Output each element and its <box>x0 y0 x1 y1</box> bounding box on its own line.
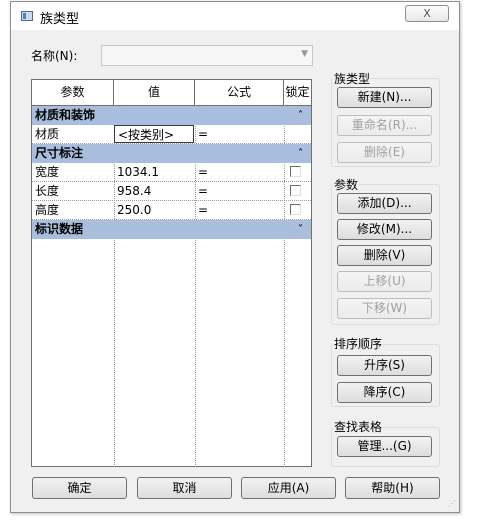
lock-checkbox[interactable] <box>290 185 301 196</box>
lock-cell <box>284 163 311 181</box>
lock-checkbox[interactable] <box>290 166 301 177</box>
lock-checkbox[interactable] <box>290 204 301 215</box>
double-chevron-up-icon[interactable]: ˄ <box>298 106 303 125</box>
move-up-button[interactable]: 上移(U) <box>337 271 432 292</box>
group-title: 标识数据 <box>35 222 84 236</box>
param-name: 宽度 <box>35 165 60 179</box>
family-types-title: 族类型 <box>333 70 372 87</box>
rename-type-button[interactable]: 重命名(R)... <box>337 115 432 136</box>
family-types-dialog: 族类型 X 名称(N): ▼ 参数 值 公式 锁定 材质和装饰 ˄ 材质 <按类… <box>10 1 460 513</box>
header-value[interactable]: 值 <box>114 80 195 105</box>
lock-cell <box>284 182 311 200</box>
param-row-length[interactable]: 长度 958.4 = <box>32 182 311 201</box>
value-cell[interactable]: 250.0 <box>114 201 195 219</box>
double-chevron-up-icon[interactable]: ˄ <box>298 144 303 163</box>
header-param[interactable]: 参数 <box>32 80 114 105</box>
move-down-button[interactable]: 下移(W) <box>337 298 432 319</box>
parameter-grid[interactable]: 参数 值 公式 锁定 材质和装饰 ˄ 材质 <按类别> = 尺寸标注 ˄ 宽度 … <box>31 79 312 467</box>
lock-cell <box>284 201 311 219</box>
formula-cell[interactable]: = <box>195 125 284 143</box>
param-row-material[interactable]: 材质 <按类别> = <box>32 125 311 144</box>
param-row-height[interactable]: 高度 250.0 = <box>32 201 311 220</box>
parameters-title: 参数 <box>333 176 360 193</box>
param-name: 高度 <box>35 203 60 217</box>
apply-button[interactable]: 应用(A) <box>241 477 336 499</box>
material-value-field[interactable]: <按类别> <box>114 125 194 143</box>
sort-descending-button[interactable]: 降序(C) <box>337 382 432 403</box>
group-title: 尺寸标注 <box>35 146 84 160</box>
ok-button[interactable]: 确定 <box>32 477 127 499</box>
modify-parameter-button[interactable]: 修改(M)... <box>337 219 432 240</box>
group-title: 材质和装饰 <box>35 108 96 122</box>
sort-ascending-button[interactable]: 升序(S) <box>337 355 432 376</box>
help-button[interactable]: 帮助(H) <box>345 477 440 499</box>
param-name: 材质 <box>35 127 60 141</box>
window-icon <box>21 11 33 21</box>
group-materials[interactable]: 材质和装饰 ˄ <box>32 106 311 125</box>
close-icon: X <box>423 7 431 20</box>
group-dimensions[interactable]: 尺寸标注 ˄ <box>32 144 311 163</box>
add-parameter-button[interactable]: 添加(D)... <box>337 193 432 214</box>
formula-cell[interactable]: = <box>195 182 284 200</box>
name-combobox[interactable]: ▼ <box>101 45 313 66</box>
double-chevron-down-icon[interactable]: ˅ <box>298 220 303 239</box>
group-identity-data[interactable]: 标识数据 ˅ <box>32 220 311 239</box>
value-cell[interactable]: 1034.1 <box>114 163 195 181</box>
formula-cell[interactable]: = <box>195 201 284 219</box>
delete-type-button[interactable]: 删除(E) <box>337 142 432 163</box>
dialog-body: 名称(N): ▼ 参数 值 公式 锁定 材质和装饰 ˄ 材质 <按类别> = 尺… <box>11 30 459 512</box>
formula-cell[interactable]: = <box>195 163 284 181</box>
window-title: 族类型 <box>40 12 80 27</box>
grid-header: 参数 值 公式 锁定 <box>32 80 311 106</box>
param-row-width[interactable]: 宽度 1034.1 = <box>32 163 311 182</box>
name-label: 名称(N): <box>31 49 78 63</box>
param-name: 长度 <box>35 184 60 198</box>
value-cell[interactable]: 958.4 <box>114 182 195 200</box>
cancel-button[interactable]: 取消 <box>137 477 232 499</box>
new-type-button[interactable]: 新建(N)... <box>337 87 432 108</box>
lookup-tables-title: 查找表格 <box>333 418 384 435</box>
header-lock[interactable]: 锁定 <box>284 80 311 105</box>
close-button[interactable]: X <box>405 5 449 22</box>
chevron-down-icon: ▼ <box>301 49 308 59</box>
delete-parameter-button[interactable]: 删除(V) <box>337 245 432 266</box>
header-formula[interactable]: 公式 <box>195 80 284 105</box>
title-bar: 族类型 X <box>11 2 459 30</box>
sort-order-title: 排序顺序 <box>333 335 384 352</box>
resize-grip-icon[interactable]: ⋰ <box>448 499 456 508</box>
manage-lookup-button[interactable]: 管理...(G) <box>337 436 432 457</box>
